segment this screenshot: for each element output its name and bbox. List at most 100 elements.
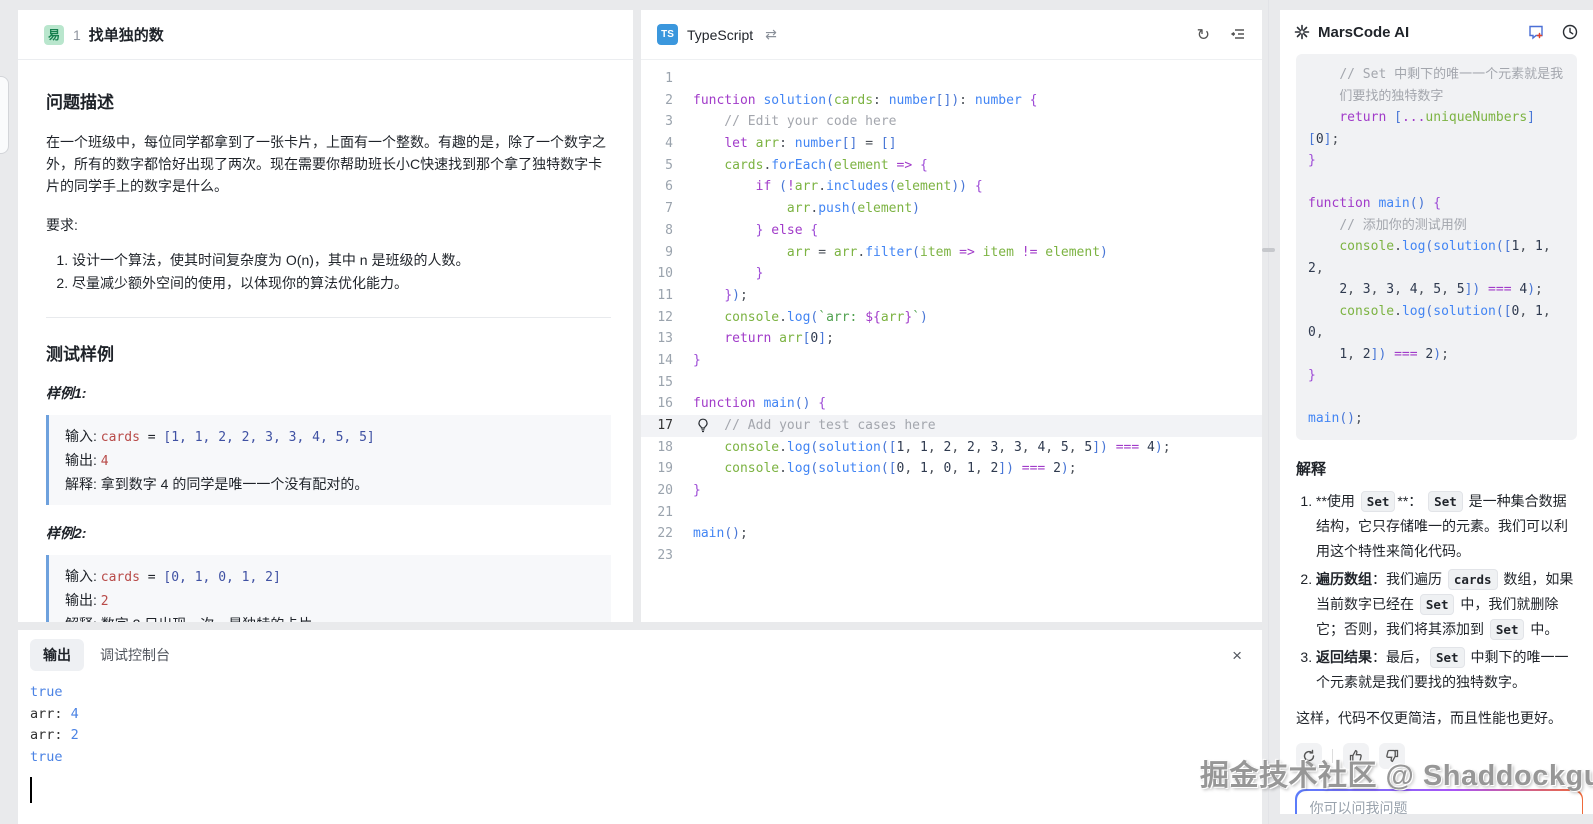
watermark-text: 掘金技术社区 @ Shaddockguy: [1200, 752, 1593, 794]
line-number: 13: [641, 328, 693, 350]
code-line[interactable]: 3 // Edit your code here: [641, 111, 1262, 133]
lightbulb-icon[interactable]: [697, 418, 709, 433]
console-line: true: [30, 747, 1262, 769]
requirements-list: 设计一个算法，使其时间复杂度为 O(n)，其中 n 是班级的人数。尽量减少额外空…: [50, 249, 611, 295]
sample-label: 样例1:: [46, 383, 611, 403]
code-line[interactable]: 7 arr.push(element): [641, 198, 1262, 220]
tab-output[interactable]: 输出: [30, 639, 84, 671]
code-line[interactable]: 15: [641, 372, 1262, 394]
splitter-handle[interactable]: [1262, 248, 1275, 252]
typescript-badge-icon: TS: [657, 24, 678, 45]
problem-description: 在一个班级中，每位同学都拿到了一张卡片，上面有一个整数。有趣的是，除了一个数字之…: [46, 131, 611, 197]
history-icon[interactable]: [1561, 23, 1579, 41]
inline-code-chip: Set: [1428, 491, 1463, 512]
reset-code-icon[interactable]: ↻: [1197, 25, 1210, 45]
code-line[interactable]: 11 });: [641, 285, 1262, 307]
line-number: 5: [641, 155, 693, 177]
new-chat-icon[interactable]: [1527, 23, 1545, 41]
sample-block: 输入: cards = [1, 1, 2, 2, 3, 3, 4, 5, 5]输…: [46, 415, 611, 505]
line-number: 21: [641, 502, 693, 524]
difficulty-badge: 易: [44, 25, 64, 45]
line-number: 19: [641, 458, 693, 480]
code-line[interactable]: 8 } else {: [641, 220, 1262, 242]
editor-panel: TS TypeScript ⇄ ↻ 12function solution(ca…: [641, 10, 1262, 622]
ai-question-input[interactable]: [1310, 800, 1569, 815]
code-line[interactable]: 6 if (!arr.includes(element)) {: [641, 176, 1262, 198]
code-line[interactable]: 10 }: [641, 263, 1262, 285]
ai-explain-list: **使用 Set**： Set 是一种集合数据结构，它只存储唯一的元素。我们可以…: [1296, 489, 1577, 695]
code-line[interactable]: 1: [641, 68, 1262, 90]
section-samples-title: 测试样例: [46, 340, 611, 365]
format-code-icon[interactable]: [1230, 27, 1246, 43]
code-line[interactable]: 17 // Add your test cases here: [641, 415, 1262, 437]
line-number: 7: [641, 198, 693, 220]
inline-code-chip: Set: [1430, 647, 1465, 668]
code-line[interactable]: 14}: [641, 350, 1262, 372]
sample-block: 输入: cards = [0, 1, 0, 1, 2]输出: 2解释: 数字 2…: [46, 555, 611, 622]
inline-code-chip: Set: [1361, 491, 1396, 512]
line-number: 12: [641, 307, 693, 329]
ai-code-line: 1, 2]) === 2);: [1308, 344, 1565, 366]
text-cursor: [30, 777, 32, 803]
line-number: 17: [641, 415, 693, 437]
line-number: 16: [641, 393, 693, 415]
ai-code-line: return [...uniqueNumbers][0];: [1308, 107, 1565, 150]
code-line[interactable]: 18 console.log(solution([1, 1, 2, 2, 3, …: [641, 437, 1262, 459]
line-number: 4: [641, 133, 693, 155]
code-line[interactable]: 13 return arr[0];: [641, 328, 1262, 350]
code-line[interactable]: 23: [641, 545, 1262, 567]
ai-code-line: [1308, 387, 1565, 409]
inline-code-chip: cards: [1448, 569, 1498, 590]
ai-closing-text: 这样，代码不仅更简洁，而且性能也更好。: [1296, 707, 1577, 729]
inline-code-chip: Set: [1420, 594, 1455, 615]
ai-code-line: 2, 3, 3, 4, 5, 5]) === 4);: [1308, 279, 1565, 301]
switch-language-icon[interactable]: ⇄: [765, 26, 777, 43]
ai-panel-title: MarsCode AI: [1318, 24, 1409, 41]
ai-code-line: console.log(solution([1, 1, 2,: [1308, 236, 1565, 279]
code-line[interactable]: 20}: [641, 480, 1262, 502]
line-number: 10: [641, 263, 693, 285]
ai-code-line: 们要找的独特数字: [1308, 86, 1565, 108]
line-number: 22: [641, 523, 693, 545]
code-line[interactable]: 5 cards.forEach(element => {: [641, 155, 1262, 177]
line-number: 6: [641, 176, 693, 198]
tab-debug-console[interactable]: 调试控制台: [84, 639, 186, 671]
line-number: 15: [641, 372, 693, 394]
line-number: 3: [641, 111, 693, 133]
ai-code-line: // Set 中剩下的唯一一个元素就是我: [1308, 64, 1565, 86]
code-line[interactable]: 12 console.log(`arr: ${arr}`): [641, 307, 1262, 329]
panel-splitter[interactable]: [1268, 0, 1269, 824]
code-editor[interactable]: 12function solution(cards: number[]): nu…: [641, 60, 1262, 567]
code-line[interactable]: 2function solution(cards: number[]): num…: [641, 90, 1262, 112]
explain-item: **使用 Set**： Set 是一种集合数据结构，它只存储唯一的元素。我们可以…: [1316, 489, 1577, 564]
marscode-logo-icon: [1294, 24, 1310, 40]
ai-code-line: function main() {: [1308, 193, 1565, 215]
section-description-title: 问题描述: [46, 88, 611, 113]
line-number: 2: [641, 90, 693, 112]
code-line[interactable]: 9 arr = arr.filter(item => item != eleme…: [641, 242, 1262, 264]
output-panel: 输出 调试控制台 × truearr: 4arr: 2true: [18, 630, 1262, 824]
sample-label: 样例2:: [46, 523, 611, 543]
problem-panel: 易 1 找单独的数 问题描述 在一个班级中，每位同学都拿到了一张卡片，上面有一个…: [18, 10, 633, 622]
requirements-label: 要求:: [46, 215, 611, 235]
divider: [46, 317, 611, 318]
problem-title: 找单独的数: [89, 24, 164, 45]
code-line[interactable]: 22main();: [641, 523, 1262, 545]
ai-explain-title: 解释: [1296, 458, 1577, 479]
ai-code-line: // 添加你的测试用例: [1308, 215, 1565, 237]
line-number: 8: [641, 220, 693, 242]
ai-code-line: main();: [1308, 408, 1565, 430]
line-number: 18: [641, 437, 693, 459]
console-output: truearr: 4arr: 2true: [18, 674, 1262, 803]
left-drawer-handle[interactable]: [0, 76, 9, 154]
code-line[interactable]: 4 let arr: number[] = []: [641, 133, 1262, 155]
console-line: true: [30, 682, 1262, 704]
code-line[interactable]: 21: [641, 502, 1262, 524]
console-line: arr: 4: [30, 704, 1262, 726]
line-number: 9: [641, 242, 693, 264]
ai-code-block: // Set 中剩下的唯一一个元素就是我 们要找的独特数字 return [..…: [1296, 54, 1577, 440]
code-line[interactable]: 16function main() {: [641, 393, 1262, 415]
code-line[interactable]: 19 console.log(solution([0, 1, 0, 1, 2])…: [641, 458, 1262, 480]
close-output-icon[interactable]: ×: [1226, 645, 1248, 666]
line-number: 23: [641, 545, 693, 567]
